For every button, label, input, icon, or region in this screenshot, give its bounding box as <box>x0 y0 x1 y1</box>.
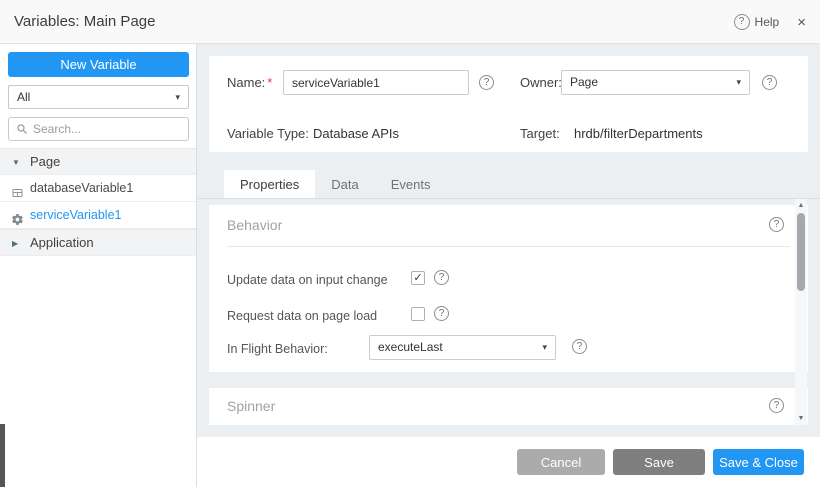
request-on-load-label: Request data on page load <box>227 307 377 325</box>
editor-tabs: Properties Data Events <box>197 170 820 199</box>
help-icon[interactable]: ? <box>734 14 750 30</box>
owner-value: Page <box>570 75 598 89</box>
update-on-input-label: Update data on input change <box>227 271 388 289</box>
spinner-help-icon[interactable]: ? <box>769 398 784 413</box>
name-input[interactable] <box>283 70 469 95</box>
divider <box>227 246 790 247</box>
save-and-close-button[interactable]: Save & Close <box>713 449 804 475</box>
tree-group-application[interactable]: ▶ Application <box>0 229 196 256</box>
tree-collapsed-icon: ▶ <box>12 230 18 257</box>
name-help-icon[interactable]: ? <box>479 75 494 90</box>
in-flight-behavior-label: In Flight Behavior: <box>227 340 328 358</box>
behavior-section: Behavior ? Update data on input change ✓… <box>209 205 808 372</box>
in-flight-behavior-value: executeLast <box>378 340 443 354</box>
owner-help-icon[interactable]: ? <box>762 75 777 90</box>
variable-search <box>8 117 189 141</box>
tab-events[interactable]: Events <box>375 170 447 198</box>
help-link[interactable]: Help <box>755 15 780 29</box>
variable-filter-value: All <box>17 90 30 104</box>
variable-filter-dropdown[interactable]: All ▾ <box>8 85 189 109</box>
behavior-help-icon[interactable]: ? <box>769 217 784 232</box>
required-marker: * <box>267 75 272 90</box>
request-on-load-help-icon[interactable]: ? <box>434 306 449 321</box>
behavior-section-title: Behavior <box>227 217 282 233</box>
update-on-input-help-icon[interactable]: ? <box>434 270 449 285</box>
owner-select[interactable]: Page ▾ <box>561 70 750 95</box>
target-label: Target: <box>520 124 560 144</box>
variable-summary-card: Name:* ? Owner:* Page ▾ ? Variable Type:… <box>209 56 808 152</box>
dialog-footer: Cancel Save Save & Close <box>197 437 820 487</box>
variables-dialog: Variables: Main Page ? Help × New Variab… <box>0 0 820 487</box>
variable-type-value: Database APIs <box>313 124 399 144</box>
variable-editor: Name:* ? Owner:* Page ▾ ? Variable Type:… <box>197 44 820 437</box>
search-icon <box>16 123 28 135</box>
variables-sidebar: New Variable All ▾ ▼ Page databaseVariab… <box>0 44 197 487</box>
header-actions: ? Help × <box>734 0 806 44</box>
tree-group-label: Application <box>30 235 94 250</box>
tree-expanded-icon: ▼ <box>12 149 20 176</box>
variables-tree: ▼ Page databaseVariable1 serviceVariable… <box>0 148 196 256</box>
save-button[interactable]: Save <box>613 449 705 475</box>
dialog-header: Variables: Main Page ? Help × <box>0 0 820 44</box>
tree-group-page[interactable]: ▼ Page <box>0 148 196 175</box>
spinner-section-title: Spinner <box>227 398 275 414</box>
in-flight-behavior-select[interactable]: executeLast ▾ <box>369 335 556 360</box>
properties-scrollbar[interactable]: ▲ ▼ <box>795 199 807 425</box>
search-input[interactable] <box>33 122 188 136</box>
dialog-title: Variables: Main Page <box>14 0 155 44</box>
request-on-load-checkbox[interactable] <box>411 307 425 321</box>
caret-down-icon: ▾ <box>736 71 741 94</box>
cancel-button[interactable]: Cancel <box>517 449 605 475</box>
name-label: Name:* <box>227 70 272 95</box>
tree-item-database-variable[interactable]: databaseVariable1 <box>0 175 196 202</box>
update-on-input-checkbox[interactable]: ✓ <box>411 271 425 285</box>
tree-group-label: Page <box>30 154 60 169</box>
spinner-section: Spinner ? <box>209 388 808 425</box>
variable-type-label: Variable Type: <box>227 124 309 144</box>
target-value: hrdb/filterDepartments <box>574 124 703 144</box>
scroll-up-icon[interactable]: ▲ <box>795 199 807 212</box>
tree-item-label: databaseVariable1 <box>30 181 133 195</box>
caret-down-icon: ▾ <box>542 336 547 359</box>
scrollbar-thumb[interactable] <box>797 213 805 291</box>
tab-properties[interactable]: Properties <box>224 170 315 198</box>
in-flight-behavior-help-icon[interactable]: ? <box>572 339 587 354</box>
tree-item-service-variable[interactable]: serviceVariable1 <box>0 202 196 229</box>
new-variable-button[interactable]: New Variable <box>8 52 189 77</box>
scroll-down-icon[interactable]: ▼ <box>795 412 807 425</box>
window-scrollbar-thumb[interactable] <box>0 424 5 487</box>
tree-item-label: serviceVariable1 <box>30 208 121 222</box>
close-icon[interactable]: × <box>797 14 806 31</box>
tab-data[interactable]: Data <box>315 170 374 198</box>
caret-down-icon: ▾ <box>175 86 180 108</box>
